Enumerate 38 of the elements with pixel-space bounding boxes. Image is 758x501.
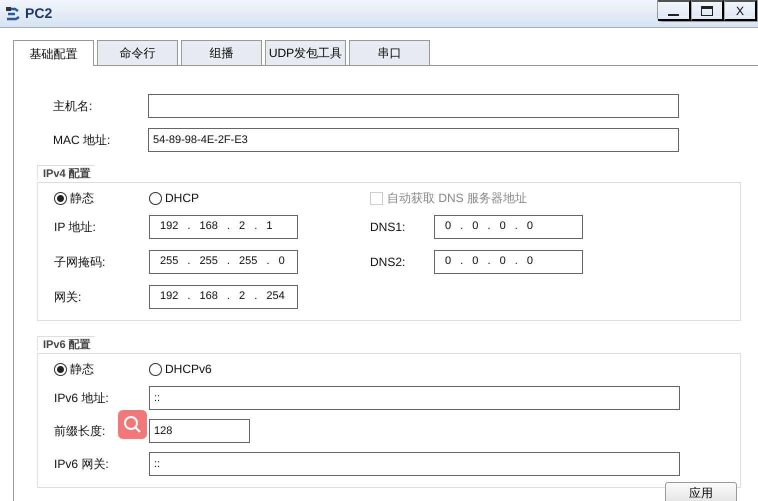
ip-field[interactable]: 192 . 168 . 2 . 254	[149, 284, 298, 308]
ip-field[interactable]: 255 . 255 . 255 . 0	[149, 250, 298, 274]
field-label: 子网掩码:	[54, 254, 106, 268]
tab[interactable]: 命令行	[97, 40, 178, 65]
ip-field[interactable]: 192 . 168 . 2 . 1	[149, 214, 298, 238]
network-cable-icon	[5, 6, 21, 22]
maximize-icon	[701, 6, 713, 16]
radio-option[interactable]: 静态	[54, 189, 149, 207]
window-title: PC2	[25, 4, 52, 23]
tab[interactable]: 组播	[181, 40, 262, 65]
mac-field[interactable]: 54-89-98-4E-2F-E3	[148, 128, 679, 152]
ip-field[interactable]: 0 . 0 . 0 . 0	[434, 250, 583, 274]
tab[interactable]: UDP发包工具	[265, 40, 346, 65]
prefix-field[interactable]: 128	[149, 419, 250, 443]
field-label: IPv6 网关:	[54, 457, 109, 471]
radio-option[interactable]: DHCP	[149, 189, 370, 207]
field-label: IP 地址:	[54, 220, 96, 234]
radio-option[interactable]: 静态	[54, 360, 149, 378]
minimize-button[interactable]	[658, 0, 691, 21]
address-field[interactable]: ::	[149, 386, 680, 410]
tab[interactable]: 串口	[349, 40, 430, 65]
hostname-field[interactable]	[148, 94, 679, 118]
tab[interactable]: 基础配置	[13, 40, 94, 66]
minimize-icon	[668, 14, 679, 16]
field-label: 主机名:	[53, 99, 92, 113]
field-label: DNS2:	[370, 254, 406, 270]
field-label: IPv6 地址:	[54, 391, 109, 405]
apply-button[interactable]: 应用	[665, 482, 737, 501]
maximize-button[interactable]	[691, 0, 724, 21]
field-label: 前缀长度:	[54, 424, 106, 438]
radio-option[interactable]: DHCPv6	[149, 360, 370, 378]
field-label: 网关:	[54, 290, 82, 304]
search-icon[interactable]	[118, 410, 147, 439]
field-label: DNS1:	[370, 218, 406, 236]
field-label: MAC 地址:	[53, 133, 110, 147]
address-field[interactable]: ::	[149, 452, 680, 476]
ip-field[interactable]: 0 . 0 . 0 . 0	[434, 214, 583, 238]
close-button[interactable]: X	[724, 0, 757, 21]
